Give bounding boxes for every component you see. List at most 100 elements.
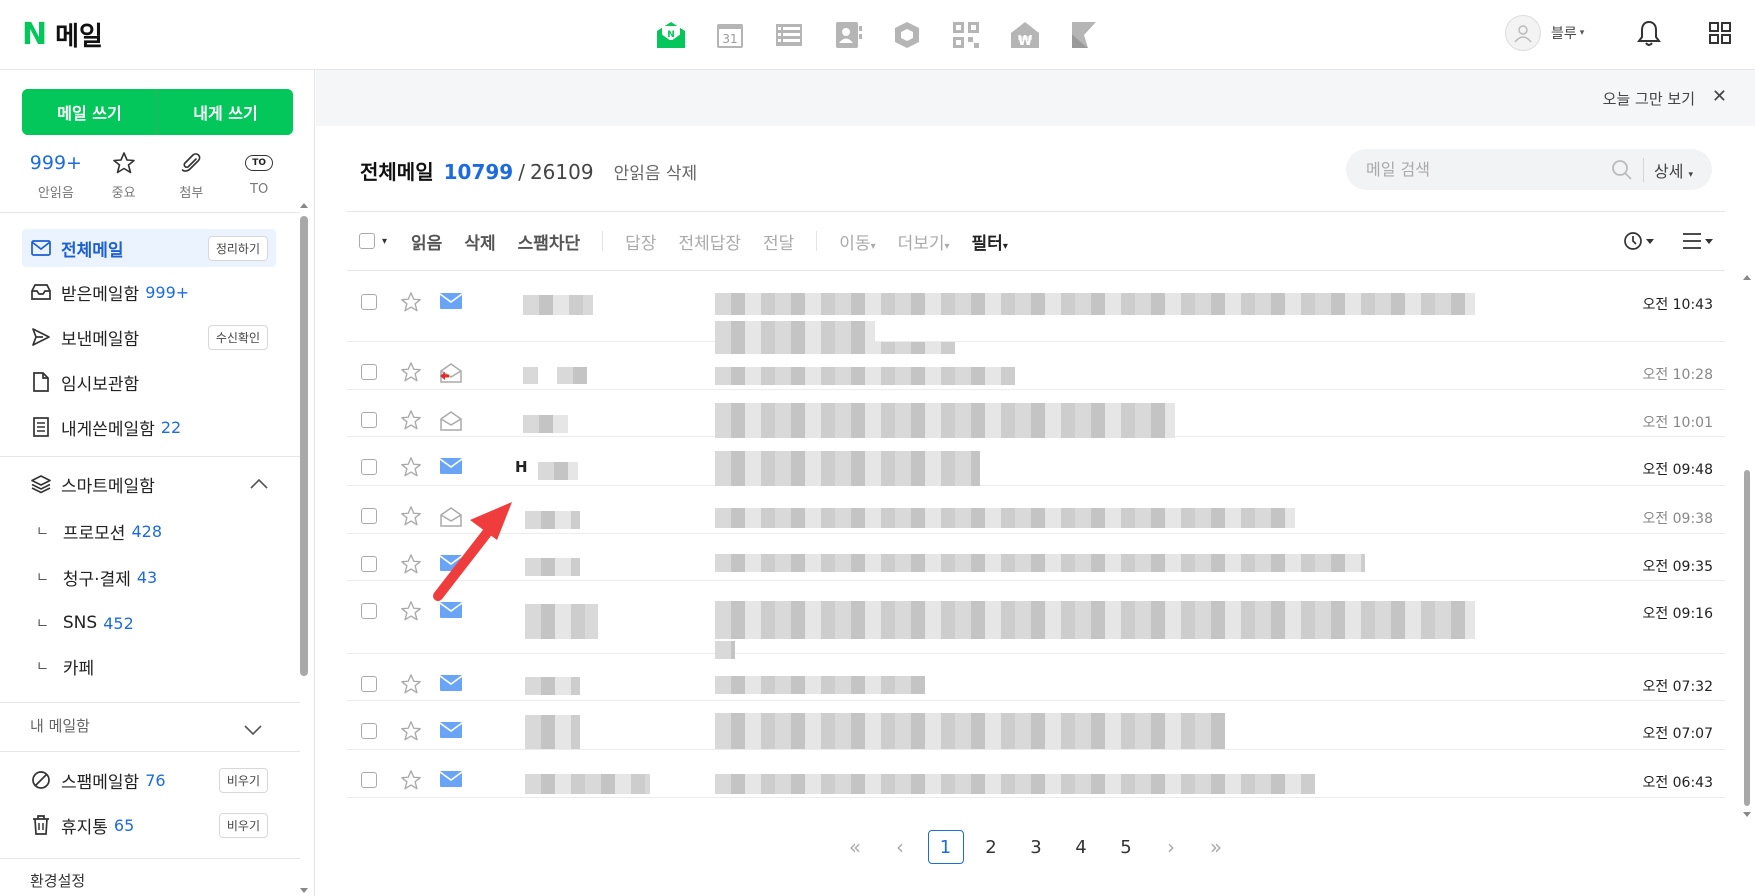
my-mailbox-title[interactable]: 내 메일함 <box>30 715 90 736</box>
row-checkbox[interactable] <box>361 364 377 380</box>
star-icon[interactable] <box>400 361 422 387</box>
smart-item-billing[interactable]: ㄴ 청구·결제 43 <box>36 560 157 594</box>
pay-app-icon[interactable]: ₩ <box>1008 18 1042 52</box>
star-icon[interactable] <box>400 505 422 531</box>
profile-menu[interactable]: 블루 ▾ <box>1505 15 1584 51</box>
mail-list-scrollbar[interactable] <box>1742 272 1752 820</box>
envelope-open-icon[interactable] <box>440 411 464 435</box>
row-checkbox[interactable] <box>361 459 377 475</box>
qr-app-icon[interactable] <box>949 18 983 52</box>
prev-page-button[interactable]: ‹ <box>878 835 923 859</box>
scrollbar-thumb[interactable] <box>300 216 308 676</box>
star-icon[interactable] <box>400 291 422 317</box>
mail-app-icon[interactable]: N <box>654 18 688 52</box>
app-title[interactable]: 메일 <box>55 16 103 53</box>
mark-read-button[interactable]: 읽음 <box>411 229 442 254</box>
forward-button[interactable]: 전달 <box>763 229 794 254</box>
quick-to-me[interactable]: TO TO <box>225 150 293 201</box>
naver-mail-logo[interactable]: N 메일 <box>22 16 103 53</box>
naver-logo[interactable]: N <box>22 17 47 52</box>
folder-self-sent[interactable]: 내게쓴메일함 22 <box>22 408 276 446</box>
empty-spam-button[interactable]: 비우기 <box>218 767 268 793</box>
select-all-checkbox[interactable] <box>359 233 375 249</box>
envelope-open-icon[interactable] <box>440 507 464 531</box>
list-app-icon[interactable] <box>772 18 806 52</box>
delete-button[interactable]: 삭제 <box>464 229 495 254</box>
last-page-button[interactable]: » <box>1194 835 1239 859</box>
smart-item-cafe[interactable]: ㄴ 카페 <box>36 649 94 683</box>
star-icon[interactable] <box>400 409 422 435</box>
folder-sent[interactable]: 보낸메일함 수신확인 <box>22 318 276 356</box>
star-icon[interactable] <box>400 553 422 579</box>
mail-row[interactable]: 오전 09:16 <box>347 581 1725 659</box>
star-icon[interactable] <box>400 600 422 626</box>
next-page-button[interactable]: › <box>1149 835 1194 859</box>
reply-button[interactable]: 답장 <box>625 229 656 254</box>
row-checkbox[interactable] <box>361 556 377 572</box>
mail-row[interactable]: 오전 07:32 <box>347 654 1725 701</box>
row-checkbox[interactable] <box>361 723 377 739</box>
scroll-down-icon[interactable] <box>298 886 310 896</box>
mail-row[interactable]: 오전 10:01 <box>347 390 1725 438</box>
mail-row[interactable]: 오전 06:43 <box>347 750 1725 798</box>
bell-icon[interactable] <box>1636 19 1662 51</box>
envelope-closed-icon[interactable] <box>439 293 463 313</box>
mail-row[interactable]: 오전 09:35 <box>347 534 1725 581</box>
star-icon[interactable] <box>400 720 422 746</box>
settings-link[interactable]: 환경설정 <box>30 870 85 891</box>
row-checkbox[interactable] <box>361 772 377 788</box>
reply-all-button[interactable]: 전체답장 <box>678 229 741 254</box>
mail-row[interactable]: H 오전 09:48 <box>347 437 1725 486</box>
dismiss-today-link[interactable]: 오늘 그만 보기 <box>1603 88 1695 109</box>
star-icon[interactable] <box>400 769 422 795</box>
page-5[interactable]: 5 <box>1104 837 1149 858</box>
folder-inbox[interactable]: 받은메일함 999+ <box>22 273 276 311</box>
scroll-up-icon[interactable] <box>1742 272 1752 282</box>
first-page-button[interactable]: « <box>833 835 878 859</box>
smart-mailbox-toggle[interactable]: 스마트메일함 <box>22 465 276 503</box>
envelope-closed-icon[interactable] <box>439 602 463 622</box>
row-checkbox[interactable] <box>361 603 377 619</box>
scroll-down-icon[interactable] <box>1742 810 1752 820</box>
row-checkbox[interactable] <box>361 294 377 310</box>
mail-sender[interactable]: H <box>515 458 528 476</box>
envelope-closed-icon[interactable] <box>439 722 463 742</box>
mail-row[interactable]: 오전 07:07 <box>347 701 1725 750</box>
view-options-button[interactable] <box>1681 230 1715 256</box>
quick-unread[interactable]: 999+ 안읽음 <box>22 150 90 201</box>
mail-row[interactable]: 오전 09:38 <box>347 486 1725 534</box>
search-icon[interactable] <box>1611 159 1633 181</box>
filter-button[interactable]: 필터▾ <box>972 229 1008 254</box>
row-checkbox[interactable] <box>361 508 377 524</box>
chevron-down-icon[interactable] <box>244 720 262 739</box>
scroll-up-icon[interactable] <box>298 200 310 210</box>
row-checkbox[interactable] <box>361 412 377 428</box>
chevron-up-icon[interactable] <box>250 474 268 494</box>
sort-time-button[interactable] <box>1623 230 1657 256</box>
page-1[interactable]: 1 <box>927 830 964 864</box>
chevron-down-icon[interactable]: ▾ <box>382 236 387 247</box>
sidebar-scrollbar[interactable] <box>298 200 310 896</box>
search-detail-button[interactable]: 상세 ▾ <box>1643 157 1693 182</box>
organize-button[interactable]: 정리하기 <box>207 235 268 261</box>
calendar-app-icon[interactable]: 31 <box>713 18 747 52</box>
folder-spam[interactable]: 스팸메일함 76 비우기 <box>22 761 276 799</box>
page-4[interactable]: 4 <box>1059 837 1104 858</box>
envelope-closed-icon[interactable] <box>439 771 463 791</box>
close-icon[interactable]: ✕ <box>1712 86 1727 107</box>
move-button[interactable]: 이동▾ <box>839 229 875 254</box>
folder-drafts[interactable]: 임시보관함 <box>22 363 276 401</box>
quick-important[interactable]: 중요 <box>90 150 158 201</box>
mail-row[interactable]: 오전 10:43 <box>347 272 1725 343</box>
page-3[interactable]: 3 <box>1014 837 1059 858</box>
quick-attach[interactable]: 첨부 <box>158 150 226 201</box>
smart-item-sns[interactable]: ㄴ SNS 452 <box>36 606 134 640</box>
block-spam-button[interactable]: 스팸차단 <box>518 229 581 254</box>
unread-count[interactable]: 10799 <box>444 160 514 184</box>
folder-all-mail[interactable]: 전체메일 정리하기 <box>22 229 276 267</box>
envelope-closed-icon[interactable] <box>439 458 463 478</box>
scrollbar-thumb[interactable] <box>1744 470 1750 806</box>
search-input[interactable] <box>1366 160 1611 179</box>
avatar[interactable] <box>1505 15 1541 51</box>
box-app-icon[interactable] <box>890 18 924 52</box>
